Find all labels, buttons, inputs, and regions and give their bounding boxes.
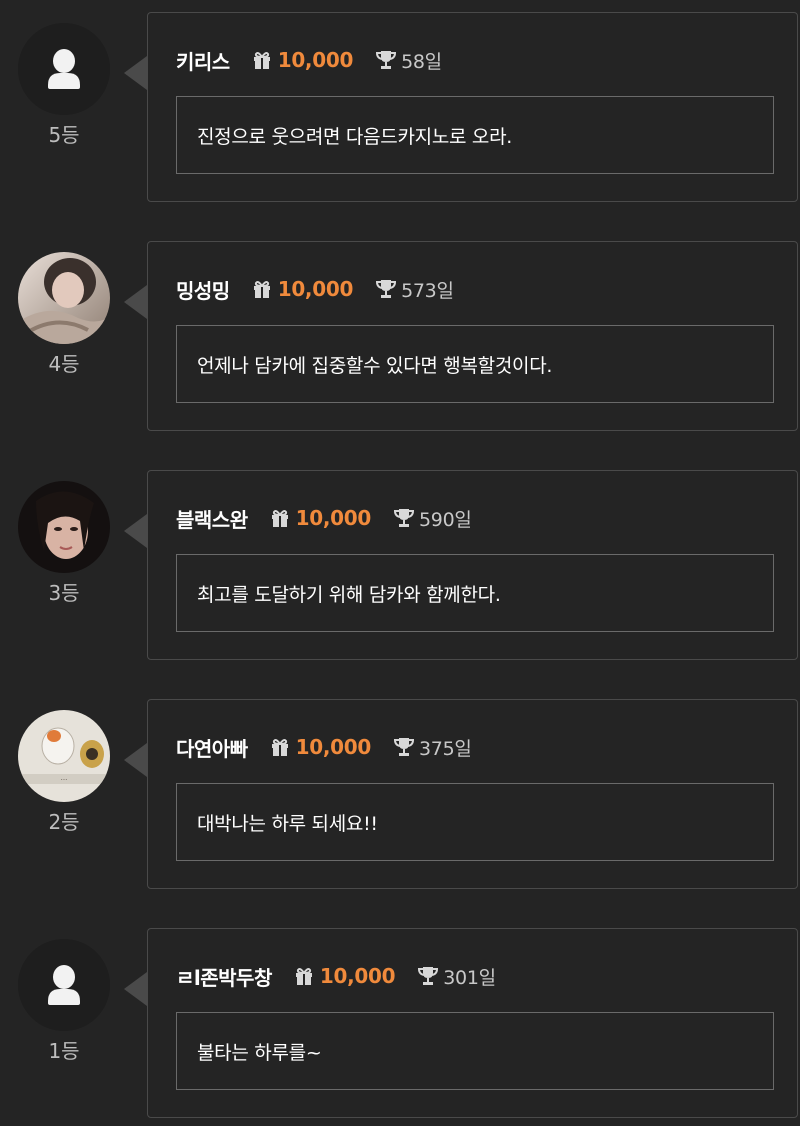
rank-label: 4등	[48, 352, 80, 376]
comment-text: 최고를 도달하기 위해 담카와 함께한다.	[197, 583, 501, 606]
days-count: 375일	[419, 737, 472, 760]
avatar-photo: ···	[18, 710, 110, 802]
avatar[interactable]	[18, 939, 110, 1031]
card-pointer	[124, 743, 147, 777]
comment-card: 키리스 10,000 58일 진정으로 웃으려면 다음드카지노로 오라.	[147, 12, 798, 202]
default-user-icon	[18, 939, 110, 1031]
trophy-icon	[418, 967, 439, 985]
comment-box: 불타는 하루를~	[176, 1012, 774, 1090]
card-pointer	[124, 285, 147, 319]
trophy-icon	[376, 51, 397, 69]
card-pointer	[124, 972, 147, 1006]
ranking-entry: ··· 2등 다연아빠 10,000 375일 대박나는 하루 되세요!!	[0, 699, 800, 891]
comment-meta: 키리스 10,000 58일	[176, 46, 442, 74]
username[interactable]: 밍성밍	[176, 275, 230, 304]
comment-box: 대박나는 하루 되세요!!	[176, 783, 774, 861]
gift-icon	[253, 281, 270, 298]
days-count: 301일	[443, 966, 496, 989]
comment-meta: ㄹl존박두창 10,000 301일	[176, 962, 496, 990]
points-value: 10,000	[295, 735, 372, 759]
username[interactable]: 블랙스완	[176, 504, 248, 533]
comment-text: 진정으로 웃으려면 다음드카지노로 오라.	[197, 125, 513, 148]
svg-text:···: ···	[61, 776, 68, 784]
comment-card: 블랙스완 10,000 590일 최고를 도달하기 위해 담카와 함께한다.	[147, 470, 798, 660]
ranking-feed: 5등 키리스 10,000 58일 진정으로 웃으려면 다음드카지노로 오라. …	[0, 0, 800, 1126]
avatar-photo	[18, 481, 110, 573]
comment-box: 진정으로 웃으려면 다음드카지노로 오라.	[176, 96, 774, 174]
avatar[interactable]	[18, 252, 110, 344]
trophy-icon	[393, 738, 415, 756]
trophy-icon	[393, 509, 415, 527]
gift-icon	[253, 52, 270, 69]
gift-icon	[271, 739, 288, 756]
comment-text: 불타는 하루를~	[197, 1041, 322, 1064]
comment-text: 언제나 담카에 집중할수 있다면 행복할것이다.	[197, 354, 553, 377]
rank-label: 2등	[48, 810, 80, 834]
points-value: 10,000	[277, 277, 354, 301]
ranking-entry: 4등 밍성밍 10,000 573일 언제나 담카에 집중할수 있다면 행복할것…	[0, 241, 800, 433]
comment-text: 대박나는 하루 되세요!!	[197, 812, 378, 835]
trophy-icon	[376, 280, 397, 298]
comment-box: 최고를 도달하기 위해 담카와 함께한다.	[176, 554, 774, 632]
comment-meta: 밍성밍 10,000 573일	[176, 275, 454, 303]
points-value: 10,000	[295, 506, 372, 530]
points-value: 10,000	[277, 48, 354, 72]
days-count: 573일	[401, 279, 454, 302]
gift-icon	[295, 968, 312, 985]
gift-icon	[271, 510, 288, 527]
avatar[interactable]: ···	[18, 710, 110, 802]
ranking-entry: 1등 ㄹl존박두창 10,000 301일 불타는 하루를~	[0, 928, 800, 1120]
rank-label: 5등	[48, 123, 80, 147]
card-pointer	[124, 514, 147, 548]
comment-card: 밍성밍 10,000 573일 언제나 담카에 집중할수 있다면 행복할것이다.	[147, 241, 798, 431]
comment-box: 언제나 담카에 집중할수 있다면 행복할것이다.	[176, 325, 774, 403]
days-count: 590일	[419, 508, 472, 531]
rank-label: 1등	[48, 1039, 80, 1063]
avatar[interactable]	[18, 23, 110, 115]
comment-meta: 블랙스완 10,000 590일	[176, 504, 472, 532]
comment-card: ㄹl존박두창 10,000 301일 불타는 하루를~	[147, 928, 798, 1118]
username[interactable]: 다연아빠	[176, 733, 248, 762]
days-count: 58일	[401, 50, 442, 73]
points-value: 10,000	[319, 964, 396, 988]
comment-card: 다연아빠 10,000 375일 대박나는 하루 되세요!!	[147, 699, 798, 889]
ranking-entry: 3등 블랙스완 10,000 590일 최고를 도달하기 위해 담카와 함께한다…	[0, 470, 800, 662]
default-user-icon	[18, 23, 110, 115]
avatar-photo	[18, 252, 110, 344]
username[interactable]: ㄹl존박두창	[176, 962, 272, 991]
card-pointer	[124, 56, 147, 90]
username[interactable]: 키리스	[176, 46, 230, 75]
comment-meta: 다연아빠 10,000 375일	[176, 733, 472, 761]
ranking-entry: 5등 키리스 10,000 58일 진정으로 웃으려면 다음드카지노로 오라.	[0, 12, 800, 204]
rank-label: 3등	[48, 581, 80, 605]
avatar[interactable]	[18, 481, 110, 573]
